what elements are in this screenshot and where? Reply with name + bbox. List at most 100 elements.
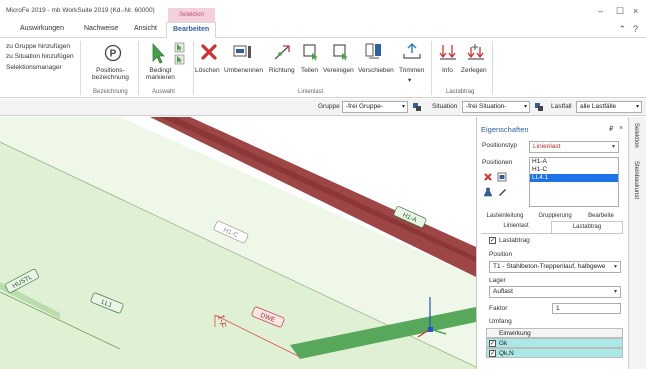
- close-button[interactable]: ×: [633, 6, 638, 16]
- list-item-selected[interactable]: LL4.1: [530, 174, 618, 182]
- positionen-label: Positionen: [482, 159, 513, 166]
- umfang-label: Umfang: [489, 318, 512, 325]
- group-label-bezeichnung: Bezeichnung: [93, 89, 128, 95]
- list-item[interactable]: H1-C: [530, 166, 618, 174]
- side-tab-steinbaukunst[interactable]: Steinbaukunst: [633, 161, 639, 199]
- tab-auswirkungen[interactable]: Auswirkungen: [20, 25, 64, 32]
- row-checkbox[interactable]: ✓: [489, 340, 496, 347]
- table-row[interactable]: ✓ Gk: [486, 338, 623, 348]
- row-checkbox[interactable]: ✓: [489, 350, 496, 357]
- tab-gruppierung[interactable]: Gruppierung: [533, 213, 577, 219]
- delete-position-icon[interactable]: [483, 172, 493, 182]
- delete-icon[interactable]: [201, 44, 217, 60]
- situation-label: Situation: [432, 103, 458, 110]
- faktor-label: Faktor: [489, 305, 508, 312]
- positionen-list[interactable]: H1-A H1-C LL4.1: [529, 157, 619, 207]
- lastfall-label: Lastfall: [551, 103, 572, 110]
- table-row[interactable]: ✓ Qk,N: [486, 348, 623, 358]
- list-item[interactable]: H1-A: [530, 158, 618, 166]
- side-tab-strip: Selektion Steinbaukunst: [628, 117, 646, 369]
- ribbon: zu Gruppe hinzufügen zu Situation hinzuf…: [0, 38, 646, 98]
- tab-lasteinleitung[interactable]: Lasteinleitung: [481, 213, 529, 219]
- direction-icon[interactable]: [272, 43, 292, 61]
- ribbon-separator: [492, 41, 493, 95]
- tab-divider: [481, 233, 623, 234]
- lastabtrag-checkbox[interactable]: ✓: [489, 237, 496, 244]
- lastfall-select[interactable]: alle Lastfälle ▾: [576, 101, 642, 113]
- tab-nachweise[interactable]: Nachweise: [84, 25, 118, 32]
- gruppe-select[interactable]: -frei Gruppe- ▾: [342, 101, 408, 113]
- tab-linienlast[interactable]: Linienlast: [481, 223, 551, 229]
- properties-title: Eigenschaften: [481, 125, 529, 134]
- teilen-button[interactable]: Teilen: [301, 67, 318, 74]
- cursor-green-icon[interactable]: [150, 42, 166, 64]
- vereinigen-button[interactable]: Vereinigen: [323, 67, 354, 74]
- gruppe-filter-icon[interactable]: [412, 102, 422, 112]
- info-button[interactable]: Info: [442, 67, 453, 74]
- model-canvas[interactable]: H1-A H1-C HUSTL LL1 DWE 1-F: [0, 117, 476, 369]
- select-options-icon[interactable]: [174, 42, 186, 66]
- lastabtrag-zerlegen-icon[interactable]: [467, 43, 485, 61]
- add-to-group-link[interactable]: zu Gruppe hinzufügen: [6, 43, 70, 50]
- situation-select[interactable]: -frei Situation- ▾: [462, 101, 530, 113]
- tab-ansicht[interactable]: Ansicht: [134, 25, 157, 32]
- svg-text:P: P: [110, 49, 117, 60]
- rename-icon[interactable]: [233, 44, 253, 60]
- gruppe-label: Gruppe: [318, 103, 340, 110]
- positionsbezeichnung-button[interactable]: Positions- bezeichnung: [92, 67, 129, 81]
- minimize-button[interactable]: –: [598, 6, 603, 16]
- trim-icon[interactable]: [402, 42, 422, 60]
- grid-header-text: Einwirkung: [499, 330, 531, 337]
- faktor-input[interactable]: 1: [552, 303, 621, 314]
- list-edit-icon[interactable]: [497, 172, 507, 182]
- tool-icon[interactable]: [497, 187, 507, 197]
- row-label: Qk,N: [499, 350, 514, 357]
- window-title: MicroFe 2019 - mb WorkSuite 2019 (Kd.-Nr…: [6, 7, 155, 14]
- chevron-down-icon: ▾: [523, 104, 527, 110]
- lastfall-select-value: alle Lastfälle: [580, 103, 617, 110]
- ribbon-separator: [193, 41, 194, 95]
- position-select[interactable]: T1 - Stahlbeton-Treppenlauf, halbgewe ▾: [489, 261, 621, 273]
- situation-filter-icon[interactable]: [534, 102, 544, 112]
- group-label-lastabtrag: Lastabtrag: [446, 89, 475, 95]
- grid-header: Einwirkung: [486, 328, 623, 338]
- model-viewport[interactable]: H1-A H1-C HUSTL LL1 DWE 1-F: [0, 117, 476, 369]
- zerlegen-button[interactable]: Zerlegen: [461, 67, 487, 74]
- lastabtrag-info-icon[interactable]: [439, 43, 457, 61]
- merge-icon[interactable]: [332, 43, 350, 61]
- flask-icon[interactable]: [483, 187, 493, 197]
- title-bar: MicroFe 2019 - mb WorkSuite 2019 (Kd.-Nr…: [0, 0, 646, 22]
- group-label-auswahl: Auswahl: [152, 89, 175, 95]
- lager-select[interactable]: Auflast ▾: [489, 286, 621, 298]
- maximize-button[interactable]: ☐: [616, 6, 624, 17]
- position-label: Position: [489, 251, 513, 258]
- verschieben-button[interactable]: Verschieben: [358, 67, 394, 74]
- selection-manager-link[interactable]: Selektionsmanager: [6, 64, 62, 71]
- pin-icon[interactable]: ₽: [609, 125, 613, 133]
- bedingt-markieren-button[interactable]: Bedingt markieren: [146, 67, 175, 81]
- umbenennen-button[interactable]: Umbenennen: [224, 67, 263, 74]
- group-label-linienlast: Linienlast: [298, 89, 324, 95]
- chevron-down-icon: ▾: [611, 144, 615, 150]
- tab-bearbeite[interactable]: Bearbeite: [579, 213, 623, 219]
- richtung-button[interactable]: Richtung: [269, 67, 295, 74]
- trimmen-button[interactable]: Trimmen: [399, 67, 424, 74]
- tab-lastabtrag-active[interactable]: Lastabtrag: [551, 221, 623, 233]
- loeschen-button[interactable]: Löschen: [195, 67, 220, 74]
- split-icon[interactable]: [302, 43, 320, 61]
- lager-value: Auflast: [493, 288, 513, 295]
- axis-origin: [428, 327, 433, 332]
- trimmen-dropdown-icon[interactable]: ▾: [408, 76, 411, 84]
- collapse-ribbon-icon[interactable]: ⌃: [618, 24, 626, 35]
- help-icon[interactable]: ?: [633, 24, 638, 34]
- ribbon-tab-row: Auswirkungen Nachweise Ansicht Bearbeite…: [0, 22, 646, 39]
- positionstyp-select[interactable]: Linienlast ▾: [529, 141, 619, 153]
- chevron-down-icon: ▾: [613, 289, 617, 295]
- side-tab-selektion[interactable]: Selektion: [633, 123, 639, 148]
- move-icon[interactable]: [364, 42, 384, 60]
- close-icon[interactable]: ×: [619, 125, 623, 132]
- positionsbezeichnung-icon[interactable]: P: [104, 44, 122, 62]
- add-to-situation-link[interactable]: zu Situation hinzufügen: [6, 53, 74, 60]
- context-tab-selektion[interactable]: Selektion: [168, 8, 215, 22]
- tab-bearbeiten[interactable]: Bearbeiten: [166, 22, 217, 39]
